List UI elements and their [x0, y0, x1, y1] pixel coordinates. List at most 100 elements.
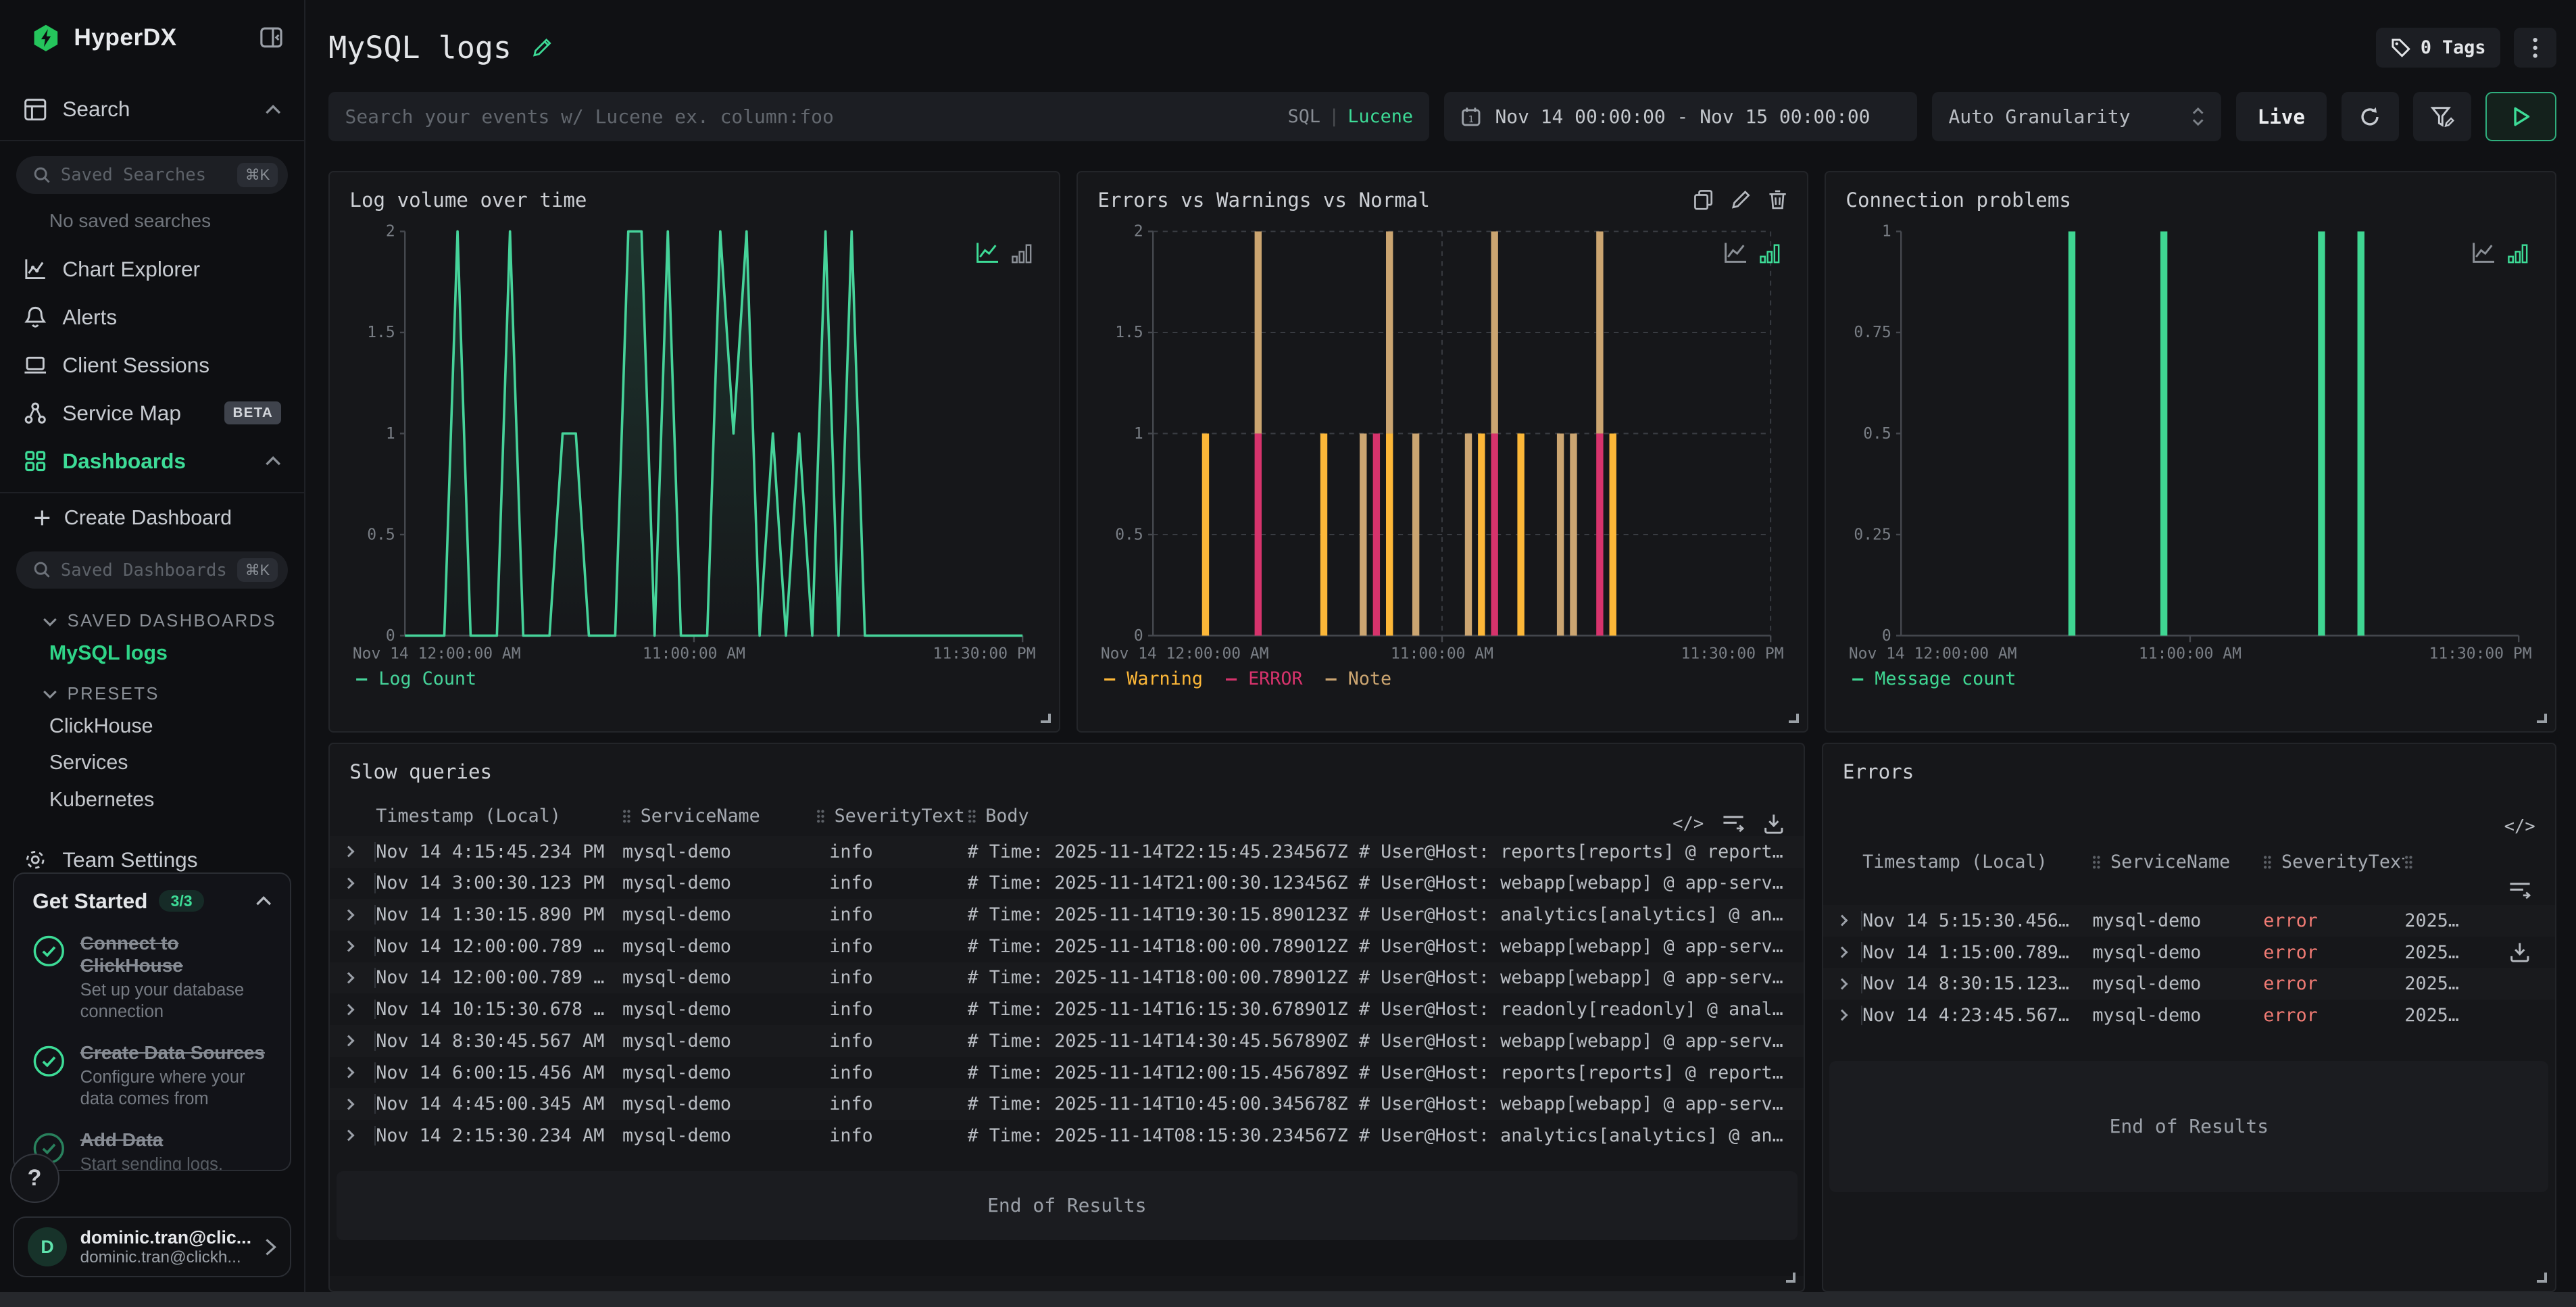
filter-button[interactable]: [2413, 92, 2471, 141]
column-settings-icon[interactable]: [1722, 814, 1745, 833]
get-started-item[interactable]: Create Data Sources Configure where your…: [32, 1041, 272, 1110]
saved-dashboards-input[interactable]: [61, 560, 227, 581]
expand-row-icon[interactable]: [343, 846, 355, 858]
chart-card-errors-warnings[interactable]: Errors vs Warnings vs Normal 00.511.52No…: [1076, 171, 1808, 733]
expand-row-icon[interactable]: [343, 909, 355, 920]
saved-dashboards-search[interactable]: ⌘K: [16, 551, 288, 589]
help-button[interactable]: ?: [10, 1154, 59, 1203]
expand-row-icon[interactable]: [1836, 1010, 1848, 1021]
chevron-up-icon[interactable]: [255, 896, 272, 906]
sidebar-item-alerts[interactable]: Alerts: [0, 293, 304, 341]
duplicate-icon[interactable]: [1693, 189, 1713, 211]
expand-row-icon[interactable]: [343, 1066, 355, 1078]
bar-chart-toggle-icon[interactable]: [2507, 243, 2529, 264]
resize-handle[interactable]: [1786, 1273, 1796, 1283]
col-servicename[interactable]: ServiceName: [641, 806, 760, 827]
column-grip-icon[interactable]: [2404, 855, 2412, 870]
expand-row-icon[interactable]: [343, 1130, 355, 1141]
table-row[interactable]: Nov 14 12:00:00.789 PMmysql-demoinfo# Ti…: [330, 931, 1804, 962]
edit-chart-icon[interactable]: [1730, 189, 1752, 211]
sidebar-preset-services[interactable]: Services: [0, 745, 304, 781]
col-severitytext[interactable]: SeverityText: [2281, 852, 2404, 872]
bar-chart-toggle-icon[interactable]: [1759, 243, 1781, 264]
saved-dashboards-section[interactable]: SAVED DASHBOARDS: [0, 599, 304, 635]
sidebar-preset-clickhouse[interactable]: ClickHouse: [0, 708, 304, 744]
column-grip-icon[interactable]: [2263, 855, 2271, 870]
column-grip-icon[interactable]: [968, 809, 976, 824]
lucene-option[interactable]: Lucene: [1347, 106, 1413, 127]
table-row[interactable]: Nov 14 1:30:15.890 PMmysql-demoinfo# Tim…: [330, 899, 1804, 931]
expand-row-icon[interactable]: [1836, 915, 1848, 927]
column-grip-icon[interactable]: [816, 809, 824, 824]
resize-handle[interactable]: [2537, 714, 2547, 724]
table-row[interactable]: Nov 14 8:30:15.123 AMmysql-demoerror2025…: [1823, 968, 2555, 1000]
table-row[interactable]: Nov 14 6:00:15.456 AMmysql-demoinfo# Tim…: [330, 1057, 1804, 1089]
stacked-bar-chart[interactable]: 00.511.52Nov 14 12:00:00 AM11:00:00 AM11…: [1097, 218, 1787, 665]
user-profile[interactable]: D dominic.tran@clic... dominic.tran@clic…: [13, 1216, 291, 1277]
time-range-picker[interactable]: 1: [1444, 92, 1917, 141]
run-query-button[interactable]: [2485, 92, 2556, 141]
delete-chart-icon[interactable]: [1768, 189, 1787, 211]
expand-row-icon[interactable]: [1836, 978, 1848, 989]
col-timestamp[interactable]: Timestamp (Local): [376, 806, 561, 827]
code-view-icon[interactable]: </>: [2504, 816, 2535, 837]
expand-row-icon[interactable]: [343, 1098, 355, 1110]
horizontal-scrollbar[interactable]: [0, 1292, 2576, 1307]
expand-row-icon[interactable]: [343, 877, 355, 889]
line-chart[interactable]: 00.511.52Nov 14 12:00:00 AM11:00:00 AM11…: [349, 218, 1039, 665]
col-timestamp[interactable]: Timestamp (Local): [1862, 852, 2048, 872]
create-dashboard-button[interactable]: Create Dashboard: [0, 493, 304, 537]
col-severitytext[interactable]: SeverityText: [835, 806, 965, 827]
expand-row-icon[interactable]: [343, 972, 355, 983]
granularity-select[interactable]: Auto Granularity: [1932, 92, 2221, 141]
expand-row-icon[interactable]: [1836, 946, 1848, 958]
line-chart-toggle-icon[interactable]: [2471, 241, 2496, 264]
sidebar-preset-kubernetes[interactable]: Kubernetes: [0, 781, 304, 818]
legend-item[interactable]: —Note: [1326, 668, 1392, 689]
sidebar-item-client-sessions[interactable]: Client Sessions: [0, 341, 304, 389]
column-grip-icon[interactable]: [622, 809, 630, 824]
line-chart-toggle-icon[interactable]: [975, 241, 999, 264]
collapse-sidebar-icon[interactable]: [258, 24, 284, 51]
table-row[interactable]: Nov 14 1:15:00.789 PMmysql-demoerror2025…: [1823, 937, 2555, 968]
bar-chart-toggle-icon[interactable]: [1011, 243, 1033, 264]
table-row[interactable]: Nov 14 5:15:30.456 PMmysql-demoerror2025…: [1823, 905, 2555, 937]
expand-row-icon[interactable]: [343, 1035, 355, 1047]
download-icon[interactable]: [1763, 813, 1785, 835]
expand-row-icon[interactable]: [343, 941, 355, 952]
sidebar-item-search[interactable]: Search: [0, 85, 304, 133]
table-row[interactable]: Nov 14 8:30:45.567 AMmysql-demoinfo# Tim…: [330, 1025, 1804, 1057]
table-row[interactable]: Nov 14 4:23:45.567 AMmysql-demoerror2025…: [1823, 1000, 2555, 1031]
edit-title-button[interactable]: [531, 37, 553, 59]
col-body[interactable]: Body: [985, 806, 1029, 827]
col-servicename[interactable]: ServiceName: [2110, 852, 2230, 872]
event-search[interactable]: SQL|Lucene: [328, 92, 1429, 141]
sidebar-item-chart-explorer[interactable]: Chart Explorer: [0, 245, 304, 293]
event-search-input[interactable]: [345, 105, 1275, 128]
table-row[interactable]: Nov 14 2:15:30.234 AMmysql-demoinfo# Tim…: [330, 1120, 1804, 1152]
legend-item[interactable]: —ERROR: [1226, 668, 1303, 689]
get-started-item[interactable]: Add Data Start sending logs, metrics, or…: [32, 1129, 272, 1171]
presets-section[interactable]: PRESETS: [0, 672, 304, 708]
expand-row-icon[interactable]: [343, 1004, 355, 1015]
chart-card-connection-problems[interactable]: Connection problems 00.250.50.751Nov 14 …: [1825, 171, 2556, 733]
resize-handle[interactable]: [1041, 714, 1051, 724]
table-row[interactable]: Nov 14 10:15:30.678 AMmysql-demoinfo# Ti…: [330, 993, 1804, 1025]
legend-item[interactable]: —Log Count: [356, 668, 476, 689]
sidebar-item-dashboards[interactable]: Dashboards: [0, 437, 304, 485]
sidebar-item-service-map[interactable]: Service Map BETA: [0, 389, 304, 437]
download-icon[interactable]: [2509, 941, 2531, 963]
table-row[interactable]: Nov 14 12:00:00.789 PMmysql-demoinfo# Ti…: [330, 962, 1804, 994]
table-row[interactable]: Nov 14 4:45:00.345 AMmysql-demoinfo# Tim…: [330, 1088, 1804, 1120]
legend-item[interactable]: —Message count: [1852, 668, 2016, 689]
live-button[interactable]: Live: [2236, 92, 2327, 141]
code-view-icon[interactable]: </>: [1673, 814, 1704, 834]
get-started-item[interactable]: Connect to ClickHouse Set up your databa…: [32, 932, 272, 1024]
saved-searches-search[interactable]: ⌘K: [16, 156, 288, 194]
resize-handle[interactable]: [2537, 1273, 2547, 1283]
line-chart-toggle-icon[interactable]: [1723, 241, 1748, 264]
bar-chart[interactable]: 00.250.50.751Nov 14 12:00:00 AM11:00:00 …: [1846, 218, 2535, 665]
refresh-button[interactable]: [2342, 92, 2399, 141]
chart-card-log-volume[interactable]: Log volume over time 00.511.52Nov 14 12:…: [328, 171, 1060, 733]
column-grip-icon[interactable]: [2092, 855, 2100, 870]
